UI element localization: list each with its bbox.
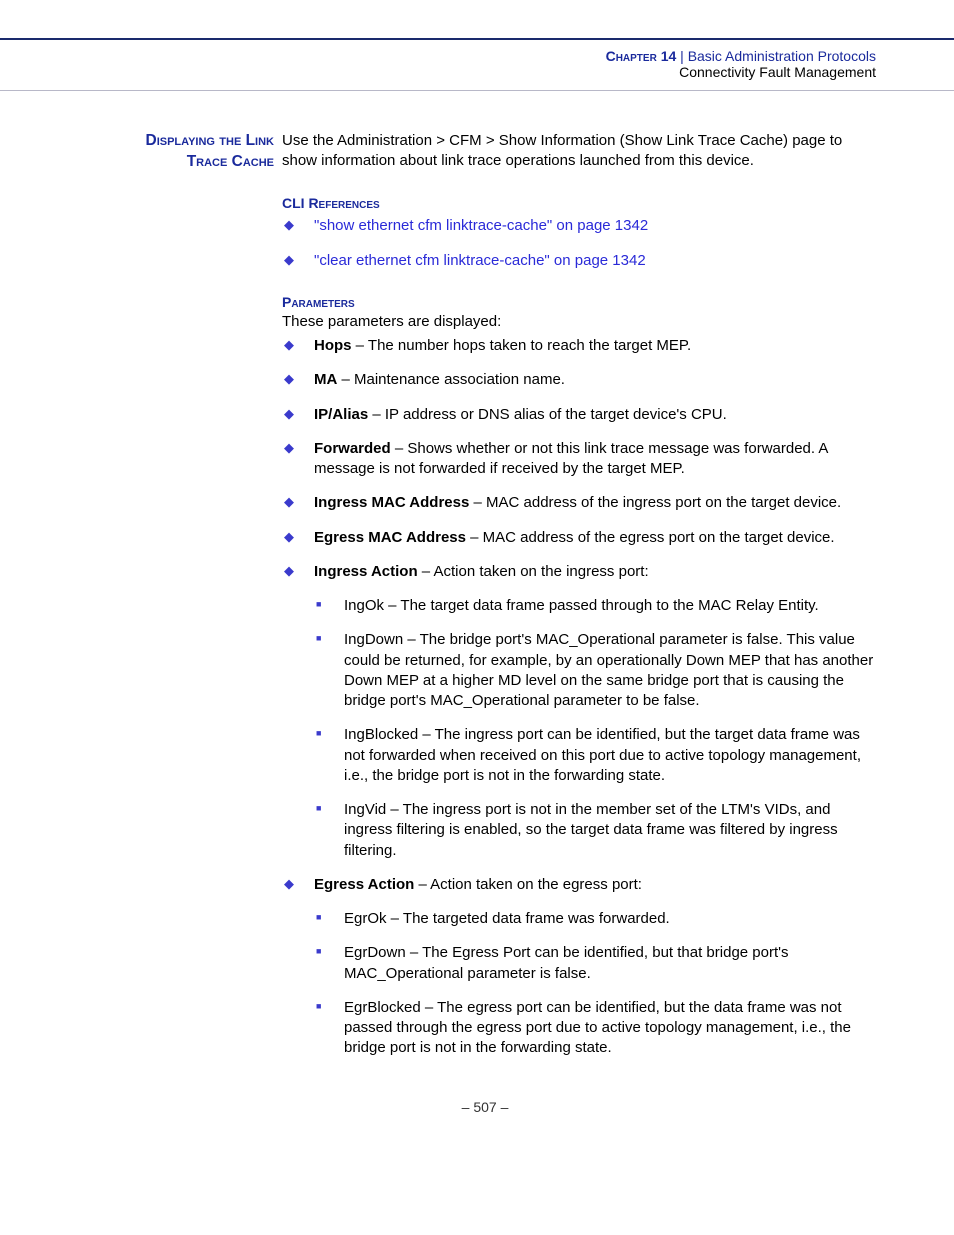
page-number: – 507 – <box>94 1099 876 1145</box>
list-item: IP/Alias – IP address or DNS alias of th… <box>282 405 876 425</box>
list-item: Forwarded – Shows whether or not this li… <box>282 439 876 480</box>
parameters-list: Hops – The number hops taken to reach th… <box>282 336 876 1059</box>
list-item: MA – Maintenance association name. <box>282 370 876 390</box>
header-subtitle: Connectivity Fault Management <box>0 64 876 80</box>
cli-link[interactable]: "show ethernet cfm linktrace-cache" on p… <box>314 217 648 234</box>
list-item: IngOk – The target data frame passed thr… <box>314 596 876 616</box>
list-item: Egress MAC Address – MAC address of the … <box>282 528 876 548</box>
list-item: IngDown – The bridge port's MAC_Operatio… <box>314 630 876 711</box>
list-item: IngBlocked – The ingress port can be ide… <box>314 725 876 786</box>
section-intro: Use the Administration > CFM > Show Info… <box>282 131 876 172</box>
list-item: "clear ethernet cfm linktrace-cache" on … <box>282 251 876 271</box>
cli-link[interactable]: "clear ethernet cfm linktrace-cache" on … <box>314 252 646 269</box>
list-item: EgrOk – The targeted data frame was forw… <box>314 909 876 929</box>
list-item: EgrBlocked – The egress port can be iden… <box>314 998 876 1059</box>
parameters-intro: These parameters are displayed: <box>282 312 876 332</box>
egress-action-sublist: EgrOk – The targeted data frame was forw… <box>314 909 876 1059</box>
list-item: Egress Action – Action taken on the egre… <box>282 875 876 1059</box>
list-item: IngVid – The ingress port is not in the … <box>314 800 876 861</box>
parameters-heading: Parameters <box>282 293 876 312</box>
chapter-label: Chapter 14 <box>606 48 677 64</box>
ingress-action-sublist: IngOk – The target data frame passed thr… <box>314 596 876 861</box>
list-item: Hops – The number hops taken to reach th… <box>282 336 876 356</box>
list-item: "show ethernet cfm linktrace-cache" on p… <box>282 216 876 236</box>
header-separator: | <box>676 48 687 64</box>
list-item: EgrDown – The Egress Port can be identif… <box>314 943 876 984</box>
list-item: Ingress Action – Action taken on the ing… <box>282 562 876 861</box>
section-title: Displaying the Link Trace Cache <box>94 131 282 173</box>
cli-references-heading: CLI References <box>282 194 876 213</box>
cli-references-list: "show ethernet cfm linktrace-cache" on p… <box>282 216 876 271</box>
chapter-title: Basic Administration Protocols <box>688 48 876 64</box>
page-header: Chapter 14 | Basic Administration Protoc… <box>0 40 954 91</box>
list-item: Ingress MAC Address – MAC address of the… <box>282 493 876 513</box>
